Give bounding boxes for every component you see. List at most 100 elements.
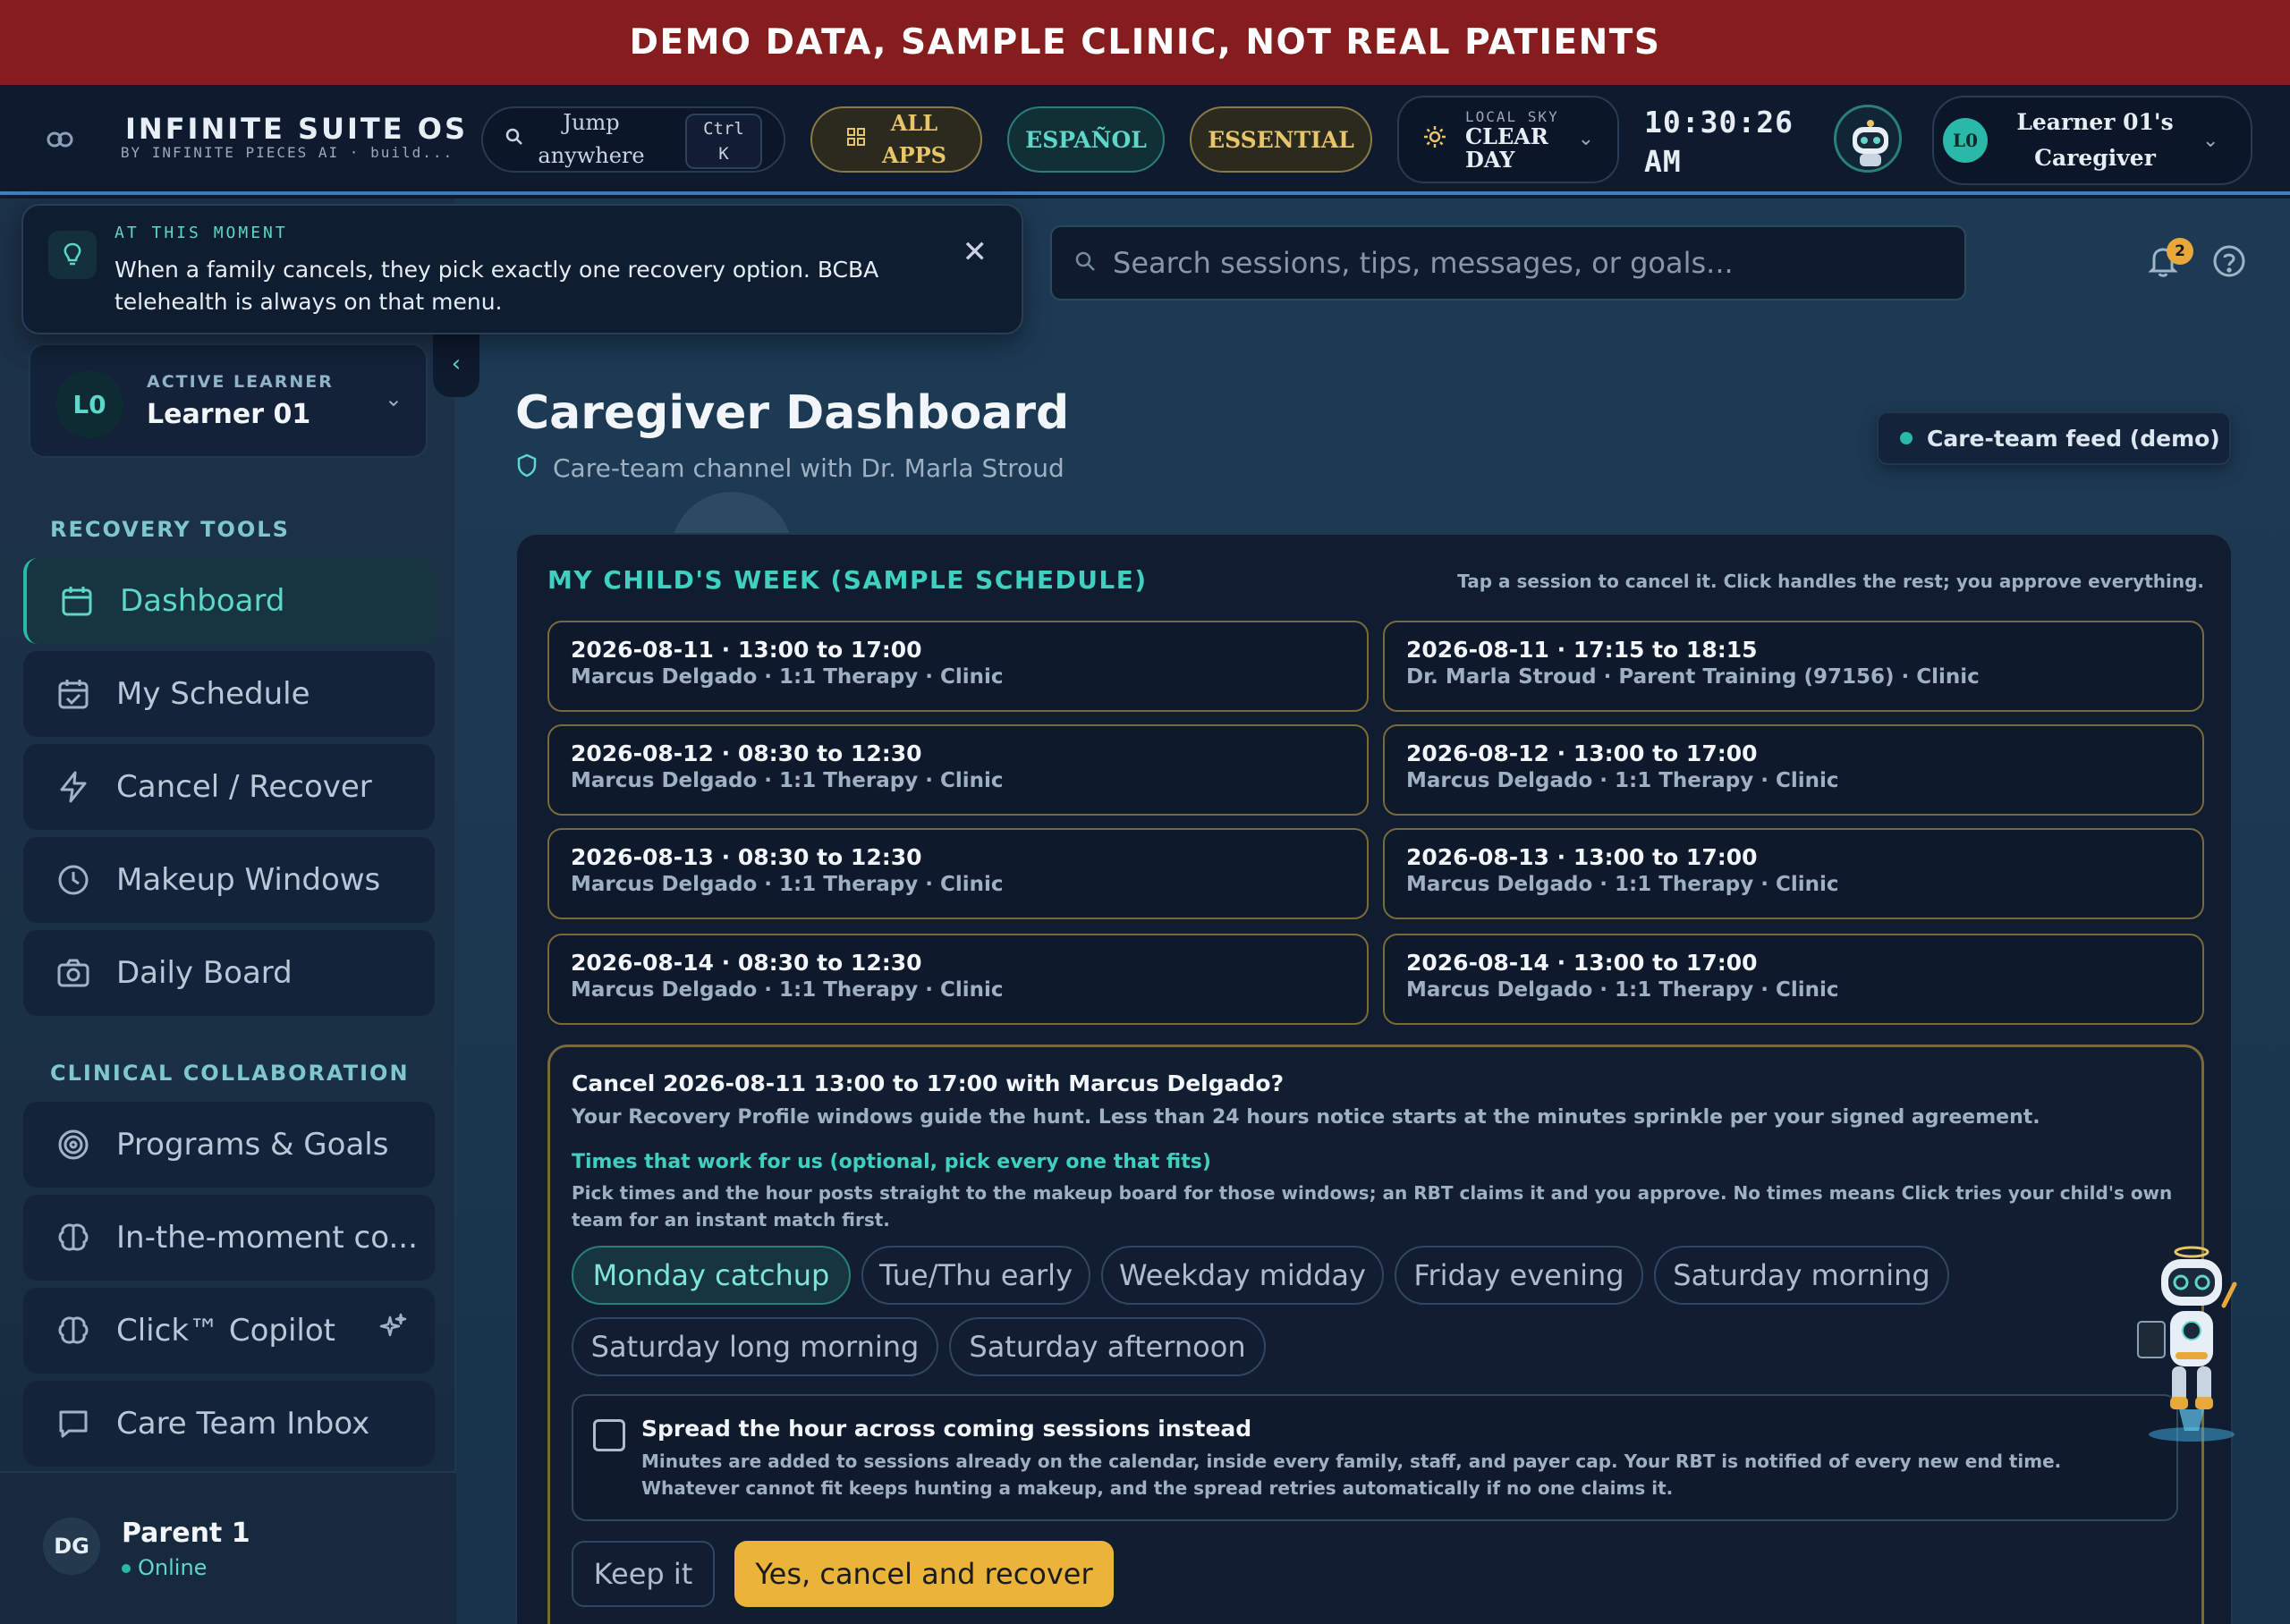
sidebar-item-programs-goals[interactable]: Programs & Goals: [23, 1102, 435, 1188]
sidebar-item-makeup-windows[interactable]: Makeup Windows: [23, 837, 435, 923]
sidebar-item-my-schedule[interactable]: My Schedule: [23, 651, 435, 737]
session-detail: Marcus Delgado · 1:1 Therapy · Clinic: [1406, 978, 1839, 1002]
infinity-logo-icon[interactable]: [45, 124, 75, 155]
session-card[interactable]: 2026-08-12 · 08:30 to 12:30 Marcus Delga…: [547, 724, 1369, 816]
times-label: Times that work for us (optional, pick e…: [572, 1151, 1211, 1173]
week-title: MY CHILD'S WEEK (SAMPLE SCHEDULE): [547, 565, 1148, 595]
session-datetime: 2026-08-14 · 13:00 to 17:00: [1406, 950, 1758, 976]
session-card[interactable]: 2026-08-14 · 13:00 to 17:00 Marcus Delga…: [1383, 934, 2204, 1025]
learner-name: Learner 01: [147, 399, 311, 430]
shield-icon: [515, 453, 540, 484]
cancel-session-panel: Cancel 2026-08-11 13:00 to 17:00 with Ma…: [547, 1045, 2204, 1624]
session-datetime: 2026-08-14 · 08:30 to 12:30: [571, 950, 922, 976]
time-chip-saturday-afternoon[interactable]: Saturday afternoon: [949, 1317, 1266, 1376]
close-icon[interactable]: ✕: [963, 234, 988, 270]
cancel-description: Your Recovery Profile windows guide the …: [572, 1106, 2040, 1129]
session-detail: Dr. Marla Stroud · Parent Training (9715…: [1406, 665, 1980, 689]
floating-robot-assistant[interactable]: [2120, 1239, 2245, 1445]
all-apps-button[interactable]: ALL APPS: [810, 106, 982, 173]
session-datetime: 2026-08-11 · 13:00 to 17:00: [571, 637, 922, 663]
sidebar-item-label: Click™ Copilot: [116, 1313, 335, 1349]
session-card[interactable]: 2026-08-13 · 08:30 to 12:30 Marcus Delga…: [547, 828, 1369, 919]
session-card[interactable]: 2026-08-14 · 08:30 to 12:30 Marcus Delga…: [547, 934, 1369, 1025]
notification-count-badge: 2: [2167, 238, 2193, 265]
session-detail: Marcus Delgado · 1:1 Therapy · Clinic: [571, 873, 1004, 896]
care-team-channel-label: Care-team channel with Dr. Marla Stroud: [553, 453, 1064, 483]
user-name: Parent 1: [122, 1518, 250, 1549]
espanol-language-button[interactable]: ESPAÑOL: [1007, 106, 1165, 173]
sidebar-item-dashboard[interactable]: Dashboard: [23, 558, 435, 644]
all-apps-line1: ALL: [890, 110, 938, 136]
jump-label-line2: anywhere: [538, 143, 645, 168]
sidebar-item-click-copilot[interactable]: Click™ Copilot: [23, 1288, 435, 1374]
session-card[interactable]: 2026-08-13 · 13:00 to 17:00 Marcus Delga…: [1383, 828, 2204, 919]
time-chip-weekday-midday[interactable]: Weekday midday: [1101, 1246, 1384, 1305]
care-team-feed-button[interactable]: Care-team feed (demo): [1877, 411, 2231, 465]
sidebar-item-in-the-moment-coaching[interactable]: In-the-moment co...: [23, 1195, 435, 1281]
clock-ampm: AM: [1644, 144, 1682, 179]
cancel-and-recover-button[interactable]: Yes, cancel and recover: [734, 1541, 1114, 1607]
local-sky-selector[interactable]: LOCAL SKY CLEAR DAY ⌄: [1397, 96, 1619, 183]
active-learner-selector[interactable]: L0 ACTIVE LEARNER Learner 01 ⌄: [29, 343, 428, 458]
top-bar: INFINITE SUITE OS BY INFINITE PIECES AI …: [0, 85, 2290, 195]
time-chip-saturday-long-morning[interactable]: Saturday long morning: [572, 1317, 938, 1376]
search-icon: [1073, 250, 1097, 276]
session-card[interactable]: 2026-08-11 · 13:00 to 17:00 Marcus Delga…: [547, 621, 1369, 712]
session-datetime: 2026-08-12 · 13:00 to 17:00: [1406, 740, 1758, 766]
at-this-moment-tip: AT THIS MOMENT When a family cancels, th…: [21, 204, 1023, 334]
time-chip-tue-thu-early[interactable]: Tue/Thu early: [861, 1246, 1090, 1305]
session-card[interactable]: 2026-08-12 · 13:00 to 17:00 Marcus Delga…: [1383, 724, 2204, 816]
session-detail: Marcus Delgado · 1:1 Therapy · Clinic: [571, 665, 1004, 689]
sidebar-item-label: In-the-moment co...: [116, 1220, 418, 1256]
session-datetime: 2026-08-13 · 13:00 to 17:00: [1406, 844, 1758, 870]
collapse-sidebar-button[interactable]: ‹: [433, 331, 479, 397]
sky-caption: LOCAL SKY: [1465, 107, 1559, 125]
brain-icon: [54, 1311, 93, 1350]
notifications-bell-icon[interactable]: 2: [2145, 238, 2193, 283]
user-status: Online: [122, 1555, 207, 1580]
chat-icon: [54, 1404, 93, 1443]
child-week-panel: MY CHILD'S WEEK (SAMPLE SCHEDULE) Tap a …: [515, 533, 2233, 1624]
search-input[interactable]: [1113, 246, 1918, 280]
sidebar-item-care-team-inbox[interactable]: Care Team Inbox: [23, 1381, 435, 1467]
session-detail: Marcus Delgado · 1:1 Therapy · Clinic: [571, 769, 1004, 792]
sky-line1: CLEAR: [1465, 123, 1548, 149]
session-datetime: 2026-08-11 · 17:15 to 18:15: [1406, 637, 1758, 663]
sidebar-item-daily-board[interactable]: Daily Board: [23, 930, 435, 1016]
help-icon[interactable]: [2211, 243, 2249, 281]
session-detail: Marcus Delgado · 1:1 Therapy · Clinic: [1406, 769, 1839, 792]
calendar-icon: [57, 581, 97, 621]
learner-avatar: L0: [55, 370, 123, 438]
brand-subtitle: BY INFINITE PIECES AI · build...: [120, 144, 454, 161]
keyboard-shortcut-hint: Ctrl K: [685, 114, 762, 169]
clock-icon: [54, 860, 93, 900]
sky-line2: DAY: [1465, 146, 1515, 173]
all-apps-line2: APPS: [881, 142, 947, 168]
time-chip-friday-evening[interactable]: Friday evening: [1395, 1246, 1643, 1305]
keep-it-button[interactable]: Keep it: [572, 1541, 715, 1607]
spread-checkbox[interactable]: [593, 1419, 625, 1451]
session-datetime: 2026-08-12 · 08:30 to 12:30: [571, 740, 922, 766]
sidebar-item-label: Care Team Inbox: [116, 1406, 370, 1442]
jump-anywhere-button[interactable]: Jump anywhere Ctrl K: [481, 106, 785, 173]
caregiver-account-menu[interactable]: L0 Learner 01's Caregiver ⌄: [1932, 96, 2252, 185]
cancel-question: Cancel 2026-08-11 13:00 to 17:00 with Ma…: [572, 1070, 1285, 1096]
page-subtitle: Care-team channel with Dr. Marla Stroud: [515, 453, 1064, 484]
calendar-check-icon: [54, 674, 93, 714]
sidebar-item-cancel-recover[interactable]: Cancel / Recover: [23, 744, 435, 830]
sun-icon: [1422, 124, 1447, 156]
session-card[interactable]: 2026-08-11 · 17:15 to 18:15 Dr. Marla St…: [1383, 621, 2204, 712]
sidebar-item-label: Programs & Goals: [116, 1127, 389, 1163]
sidebar-user-profile[interactable]: DG Parent 1 Online: [0, 1471, 456, 1624]
essential-mode-button[interactable]: ESSENTIAL: [1190, 106, 1372, 173]
time-chip-monday-catchup[interactable]: Monday catchup: [572, 1246, 851, 1305]
sidebar-item-label: Makeup Windows: [116, 862, 381, 898]
user-status-text: Online: [138, 1555, 208, 1580]
spread-title: Spread the hour across coming sessions i…: [641, 1416, 1252, 1442]
assistant-robot-avatar[interactable]: [1834, 105, 1902, 173]
spread-description: Minutes are added to sessions already on…: [641, 1451, 2062, 1499]
online-dot: [122, 1564, 131, 1573]
spread-hour-option[interactable]: Spread the hour across coming sessions i…: [572, 1394, 2178, 1521]
time-chip-saturday-morning[interactable]: Saturday morning: [1654, 1246, 1949, 1305]
clock-time: 10:30:26: [1644, 105, 1794, 140]
